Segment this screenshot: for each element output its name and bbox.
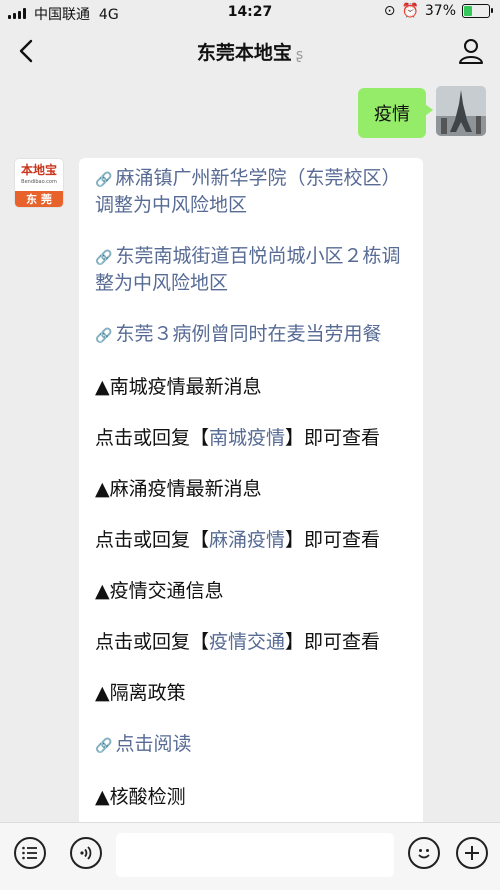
eiffel-tower-photo bbox=[436, 86, 486, 136]
link-icon: 🔗 bbox=[95, 250, 113, 266]
reply-suffix: 】即可查看 bbox=[285, 427, 381, 449]
plus-icon[interactable] bbox=[456, 837, 488, 869]
reply-instruction[interactable]: 点击或回复【疫情交通】即可查看 bbox=[95, 630, 407, 655]
user-avatar[interactable] bbox=[436, 86, 486, 136]
emoji-icon[interactable] bbox=[408, 837, 440, 869]
bot-city-label: 东 莞 bbox=[15, 191, 63, 207]
user-message-row: 疫情 bbox=[358, 86, 486, 138]
reply-instruction[interactable]: 点击或回复【麻涌疫情】即可查看 bbox=[95, 528, 407, 553]
section-heading: ▲疫情交通信息 bbox=[95, 580, 224, 602]
user-message-bubble[interactable]: 疫情 bbox=[358, 88, 433, 138]
battery-icon bbox=[462, 4, 493, 18]
article-link[interactable]: 🔗 东莞南城街道百悦尚城小区２栋调整为中风险地区 bbox=[95, 244, 407, 296]
section-heading: ▲南城疫情最新消息 bbox=[95, 376, 262, 398]
article-link-text[interactable]: 麻涌镇广州新华学院（东莞校区）调整为中风险地区 bbox=[95, 167, 400, 216]
battery-percent: 37% bbox=[424, 3, 456, 19]
bot-message-bubble: 🔗 麻涌镇广州新华学院（东莞校区）调整为中风险地区 🔗 东莞南城街道百悦尚城小区２栋调… bbox=[79, 158, 423, 838]
page-title: 东莞本地宝 ʂ bbox=[196, 42, 304, 64]
article-link-text[interactable]: 点击阅读 bbox=[115, 733, 191, 755]
status-bar: 中国联通 4G 14:27 ⊙ ⏰ 37% bbox=[0, 0, 500, 26]
message-input[interactable] bbox=[116, 833, 394, 877]
article-link[interactable]: 🔗 麻涌镇广州新华学院（东莞校区）调整为中风险地区 bbox=[95, 166, 407, 218]
bot-avatar[interactable]: 本地宝 Bendibao.com 东 莞 bbox=[14, 158, 64, 208]
reply-instruction[interactable]: 点击或回复【南城疫情】即可查看 bbox=[95, 426, 407, 451]
section-heading: ▲麻涌疫情最新消息 bbox=[95, 478, 262, 500]
menu-icon[interactable] bbox=[14, 837, 46, 869]
article-link-text[interactable]: 东莞南城街道百悦尚城小区２栋调整为中风险地区 bbox=[95, 245, 400, 294]
reply-suffix: 】即可查看 bbox=[285, 631, 381, 653]
section-heading: ▲核酸检测 bbox=[95, 786, 186, 808]
article-link[interactable]: 🔗 东莞３病例曾同时在麦当劳用餐 bbox=[95, 322, 407, 349]
ear-icon: ʂ bbox=[295, 47, 304, 63]
nav-bar: 东莞本地宝 ʂ bbox=[0, 26, 500, 76]
link-icon: 🔗 bbox=[95, 172, 113, 188]
screen-lock-icon: ⊙ bbox=[383, 3, 396, 19]
alarm-icon: ⏰ bbox=[401, 3, 419, 19]
article-link-text[interactable]: 东莞３病例曾同时在麦当劳用餐 bbox=[115, 323, 381, 345]
reply-keyword-link[interactable]: 南城疫情 bbox=[209, 427, 285, 449]
link-icon: 🔗 bbox=[95, 328, 113, 344]
reply-prefix: 点击或回复【 bbox=[95, 631, 210, 653]
voice-icon[interactable] bbox=[70, 837, 102, 869]
article-link[interactable]: 🔗 点击阅读 bbox=[95, 732, 407, 759]
section-heading: ▲隔离政策 bbox=[95, 682, 186, 704]
reply-prefix: 点击或回复【 bbox=[95, 427, 210, 449]
person-icon[interactable] bbox=[456, 36, 486, 66]
reply-prefix: 点击或回复【 bbox=[95, 529, 210, 551]
input-toolbar bbox=[0, 822, 500, 890]
reply-suffix: 】即可查看 bbox=[285, 529, 381, 551]
link-icon: 🔗 bbox=[95, 738, 113, 754]
bot-logo-text: 本地宝 bbox=[20, 163, 57, 177]
reply-keyword-link[interactable]: 疫情交通 bbox=[209, 631, 285, 653]
bot-logo-sub: Bendibao.com bbox=[21, 179, 57, 185]
reply-keyword-link[interactable]: 麻涌疫情 bbox=[209, 529, 285, 551]
